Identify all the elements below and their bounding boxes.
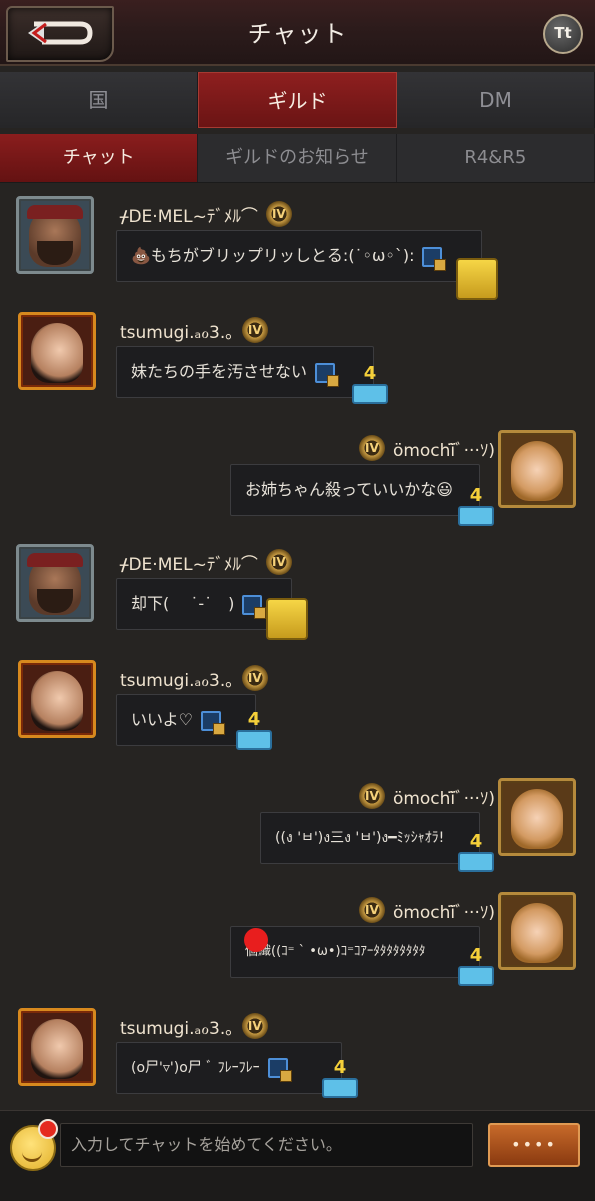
rank-badge-icon: IV	[358, 435, 385, 461]
message-text: 個織((ｺ⁼ ˋ •ω•)ｺ⁼ｺｱｰﾀﾀﾀﾀﾀﾀﾀﾀ	[245, 944, 426, 959]
avatar[interactable]	[498, 892, 576, 970]
cake-badge-icon: 4	[350, 365, 390, 406]
message-bubble[interactable]: 個織((ｺ⁼ ˋ •ω•)ｺ⁼ｺｱｰﾀﾀﾀﾀﾀﾀﾀﾀ	[230, 926, 480, 978]
cake-badge-icon: 4	[456, 833, 496, 874]
translate-icon[interactable]	[315, 362, 340, 387]
message-text: 却下( ˙-˙ )	[131, 594, 235, 613]
sender-name: ömochï̈ﾞ···ｿ)	[392, 788, 495, 809]
sender-name: tsumugi.ₐℴ3.｡	[120, 1018, 234, 1039]
chat-message-list[interactable]: ᚋDE·MEL~ﾃﾞﾒﾙ⌒ IV 💩もちがブリップリッしとる:(˙◦ω◦ˋ): …	[0, 184, 595, 1108]
tab-country[interactable]: 国	[0, 72, 198, 128]
notification-dot	[38, 1119, 58, 1139]
message-text: 妹たちの手を汚させない	[131, 362, 308, 381]
message-bubble[interactable]: 妹たちの手を汚させない	[116, 346, 374, 398]
message-text: 💩もちがブリップリッしとる:(˙◦ω◦ˋ):	[131, 246, 415, 265]
translate-icon[interactable]	[242, 594, 267, 619]
translate-icon[interactable]	[201, 710, 226, 735]
rank-badge-icon: IV	[241, 1013, 268, 1039]
message-text: ((ง 'ㅂ')ง三ง 'ㅂ')ง━ﾐｯｼｬｵﾗ!	[275, 830, 445, 846]
page-title: チャット	[247, 20, 348, 48]
message-text: いいよ♡	[131, 710, 194, 729]
message-text: (o尸'▿')o尸 ﾞ ﾌﾚｰﾌﾚｰ	[131, 1060, 260, 1076]
cake-badge-icon: 4	[234, 711, 274, 752]
message-text: お姉ちゃん殺っていいかな😃	[245, 480, 453, 499]
cake-badge-icon: 4	[456, 947, 496, 988]
sender-name: ömochï̈ﾞ···ｿ)	[392, 902, 495, 923]
sender-name: tsumugi.ₐℴ3.｡	[120, 670, 234, 691]
avatar[interactable]	[18, 1008, 96, 1086]
rank-badge-icon: IV	[241, 317, 268, 343]
subtab-chat[interactable]: チャット	[0, 134, 199, 182]
subtab-r4-r5[interactable]: R4&R5	[397, 134, 595, 182]
message-bubble[interactable]: ((ง 'ㅂ')ง三ง 'ㅂ')ง━ﾐｯｼｬｵﾗ!	[260, 812, 480, 864]
avatar[interactable]	[16, 196, 94, 274]
chat-message: tsumugi.ₐℴ3.｡ IV いいよ♡ 4	[0, 652, 595, 762]
rank-badge-icon: IV	[265, 201, 292, 227]
sender-name: ᚋDE·MEL~ﾃﾞﾒﾙ⌒	[120, 206, 258, 227]
main-tabs: 国 ギルド DM	[0, 72, 595, 128]
chat-message: tsumugi.ₐℴ3.｡ IV (o尸'▿')o尸 ﾞ ﾌﾚｰﾌﾚｰ 4	[0, 1000, 595, 1110]
cake-badge-icon: 4	[320, 1059, 360, 1100]
chat-message: IV ömochï̈ﾞ···ｿ) 個織((ｺ⁼ ˋ •ω•)ｺ⁼ｺｱｰﾀﾀﾀﾀﾀ…	[0, 884, 595, 994]
subtab-guild-notice[interactable]: ギルドのお知らせ	[198, 134, 397, 182]
avatar[interactable]	[18, 312, 96, 390]
avatar[interactable]	[16, 544, 94, 622]
translate-icon[interactable]	[267, 1058, 292, 1082]
rank-badge-icon: IV	[358, 783, 385, 809]
chat-message: tsumugi.ₐℴ3.｡ IV 妹たちの手を汚させない 4	[0, 304, 595, 414]
sender-name: tsumugi.ₐℴ3.｡	[120, 322, 234, 343]
sub-tabs: チャット ギルドのお知らせ R4&R5	[0, 134, 595, 183]
translate-icon[interactable]	[422, 246, 447, 271]
chat-input[interactable]: 入力してチャットを始めてください。	[60, 1123, 473, 1167]
send-button[interactable]: ••••	[488, 1123, 580, 1167]
chat-input-bar: 入力してチャットを始めてください。 ••••	[0, 1110, 595, 1201]
cake-badge-icon: 4	[456, 487, 496, 528]
message-bubble[interactable]: 💩もちがブリップリッしとる:(˙◦ω◦ˋ):	[116, 230, 482, 282]
chat-message: IV ömochï̈ﾞ···ｿ) ((ง 'ㅂ')ง三ง 'ㅂ')ง━ﾐｯｼｬｵ…	[0, 770, 595, 880]
font-size-button[interactable]: Tt	[543, 14, 583, 54]
avatar[interactable]	[498, 430, 576, 508]
avatar[interactable]	[498, 778, 576, 856]
top-bar: チャット Tt	[0, 0, 595, 66]
chat-message: ᚋDE·MEL~ﾃﾞﾒﾙ⌒ IV 却下( ˙-˙ )	[0, 536, 595, 646]
sender-name: ᚋDE·MEL~ﾃﾞﾒﾙ⌒	[120, 554, 258, 575]
rank-badge-icon: IV	[265, 549, 292, 575]
chat-message: ᚋDE·MEL~ﾃﾞﾒﾙ⌒ IV 💩もちがブリップリッしとる:(˙◦ω◦ˋ):	[0, 188, 595, 300]
sender-name: ömochï̈ﾞ···ｿ)	[392, 440, 495, 461]
touch-indicator	[244, 928, 268, 952]
robot-badge-icon	[266, 598, 308, 640]
message-bubble[interactable]: (o尸'▿')o尸 ﾞ ﾌﾚｰﾌﾚｰ	[116, 1042, 342, 1094]
rank-badge-icon: IV	[241, 665, 268, 691]
tab-guild[interactable]: ギルド	[198, 72, 397, 128]
chat-message: IV ömochï̈ﾞ···ｿ) お姉ちゃん殺っていいかな😃 4	[0, 422, 595, 532]
avatar[interactable]	[18, 660, 96, 738]
robot-badge-icon	[456, 258, 498, 300]
message-bubble[interactable]: お姉ちゃん殺っていいかな😃	[230, 464, 480, 516]
rank-badge-icon: IV	[358, 897, 385, 923]
tab-dm[interactable]: DM	[397, 72, 595, 128]
